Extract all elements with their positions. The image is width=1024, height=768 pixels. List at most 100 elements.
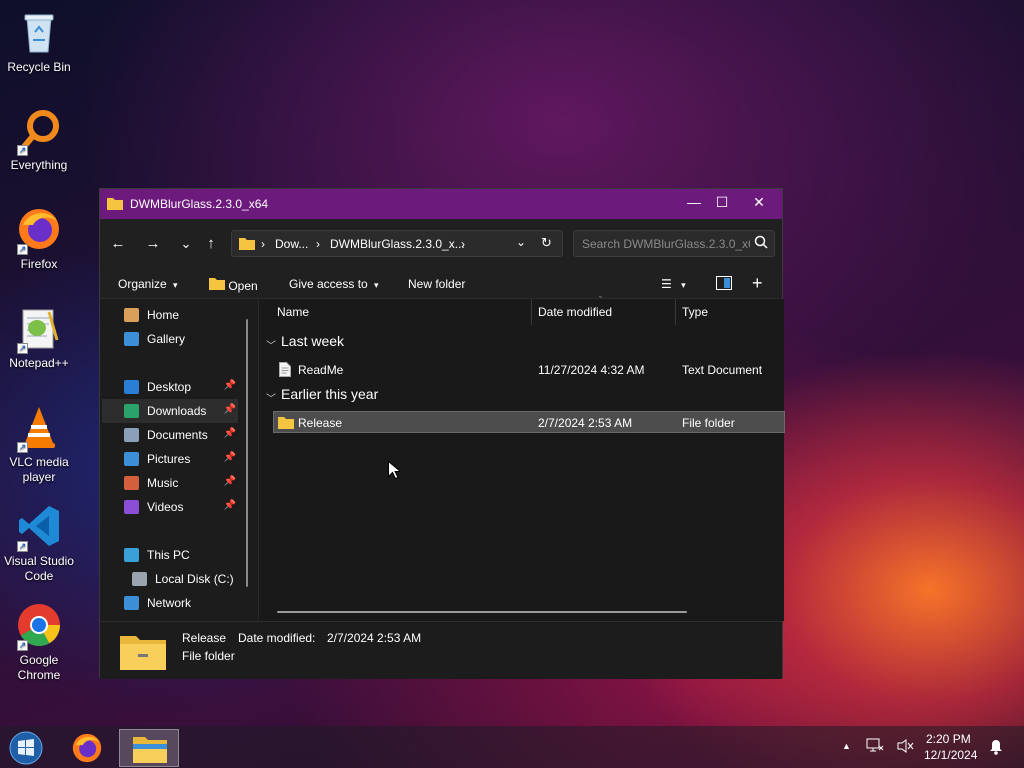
sidebar-item-downloads[interactable]: Downloads 📌 [102, 399, 238, 423]
desktop-icon-label: Notepad++ [9, 356, 69, 370]
pin-icon: 📌 [223, 428, 236, 439]
chevron-down-icon: ▾ [173, 280, 178, 290]
taskbar-file-explorer-button[interactable] [119, 729, 179, 767]
sidebar-item-label: Local Disk (C:) [155, 572, 234, 586]
sidebar-music-icon [124, 476, 139, 490]
sidebar-desktop-icon [124, 380, 139, 394]
search-input[interactable]: Search DWMBlurGlass.2.3.0_x64 [582, 237, 750, 251]
vscode-icon: ↗ [15, 502, 63, 552]
chevron-down-icon[interactable]: ﹀ [266, 337, 276, 352]
open-label: Open [228, 279, 258, 293]
sidebar-item-videos[interactable]: Videos 📌 [102, 495, 238, 519]
open-folder-icon [209, 278, 228, 293]
address-history-dropdown[interactable]: ⌄ [516, 235, 526, 249]
sidebar-downloads-icon [124, 404, 139, 418]
group-header[interactable]: Earlier this year [281, 386, 378, 402]
sidebar-item-music[interactable]: Music 📌 [102, 471, 238, 495]
notification-bell-icon[interactable] [989, 739, 1003, 758]
recent-locations-button[interactable]: ⌄ [175, 233, 197, 255]
preview-pane-button[interactable] [716, 276, 732, 293]
sidebar-item-this-pc[interactable]: This PC [102, 543, 238, 567]
file-row[interactable]: ReadMe 11/27/2024 4:32 AM Text Document [273, 359, 785, 381]
organize-button[interactable]: Organize ▾ [118, 277, 178, 291]
column-divider[interactable] [531, 299, 532, 325]
pin-icon: 📌 [223, 500, 236, 511]
chevron-down-icon[interactable]: ﹀ [266, 390, 276, 405]
desktop-icon-vlc[interactable]: ↗ VLC media player [2, 403, 76, 485]
taskbar-firefox-icon[interactable] [70, 731, 104, 768]
command-toolbar: Organize ▾ Open Give access to ▾ New fol… [100, 269, 782, 299]
address-bar[interactable]: › Dow... › DWMBlurGlass.2.3.0_x... › ⌄ ↻ [231, 230, 563, 257]
sidebar-item-home[interactable]: Home [102, 303, 238, 327]
mouse-cursor [388, 460, 402, 483]
desktop-icon-label: Recycle Bin [7, 60, 71, 74]
title-bar[interactable]: DWMBlurGlass.2.3.0_x64 — ☐ ✕ [100, 189, 782, 219]
window-title: DWMBlurGlass.2.3.0_x64 [130, 197, 269, 211]
firefox-icon: ↗ [15, 205, 63, 255]
navigation-scrollbar[interactable] [246, 319, 248, 587]
view-options-button[interactable]: ☰ ▾ [661, 277, 686, 291]
column-header-name[interactable]: Name [277, 305, 309, 319]
give-access-button[interactable]: Give access to ▾ [289, 277, 379, 291]
shortcut-arrow-icon: ↗ [17, 541, 28, 552]
close-button[interactable]: ✕ [741, 189, 777, 217]
sidebar-item-pictures[interactable]: Pictures 📌 [102, 447, 238, 471]
address-folder-icon [239, 236, 255, 253]
sort-indicator-icon: ˇ [599, 295, 602, 305]
sidebar-local-disk-c-icon [132, 572, 147, 586]
shortcut-arrow-icon: ↗ [17, 442, 28, 453]
sidebar-item-label: Gallery [147, 332, 186, 346]
clock-time[interactable]: 2:20 PM [926, 732, 971, 746]
volume-muted-icon[interactable] [897, 738, 915, 757]
tray-overflow-button[interactable]: ▲ [842, 741, 851, 751]
sidebar-item-label: Pictures [147, 452, 191, 466]
column-header-date[interactable]: Date modified [538, 305, 612, 319]
desktop-icon-chrome[interactable]: ↗ Google Chrome [2, 601, 76, 683]
sidebar-item-local-disk-c[interactable]: Local Disk (C:) [102, 567, 238, 591]
breadcrumb-downloads[interactable]: Dow... [275, 237, 308, 251]
desktop-icon-everything[interactable]: ↗ Everything [2, 106, 76, 173]
horizontal-scrollbar[interactable] [277, 611, 687, 613]
desktop-icon-notepadpp[interactable]: ↗ Notepad++ [2, 304, 76, 371]
sidebar-item-documents[interactable]: Documents 📌 [102, 423, 238, 447]
details-date-value: 2/7/2024 2:53 AM [327, 631, 422, 645]
back-button[interactable]: ← [107, 233, 129, 255]
maximize-button[interactable]: ☐ [704, 189, 740, 217]
sidebar-this-pc-icon [124, 548, 139, 562]
desktop-icon-vscode[interactable]: ↗ Visual Studio Code [2, 502, 76, 584]
file-row-selected[interactable]: Release 2/7/2024 2:53 AM File folder [273, 411, 785, 433]
file-type: File folder [682, 416, 735, 430]
clock-date[interactable]: 12/1/2024 [924, 748, 977, 762]
list-view-icon: ☰ [661, 277, 672, 291]
breadcrumb-current[interactable]: DWMBlurGlass.2.3.0_x... [330, 237, 465, 251]
start-button[interactable] [8, 730, 44, 768]
chevron-down-icon: ▾ [374, 280, 379, 290]
desktop-icon-label: Everything [10, 158, 68, 172]
desktop-icon-firefox[interactable]: ↗ Firefox [2, 205, 76, 272]
more-options-button[interactable]: + [752, 273, 763, 294]
new-folder-button[interactable]: New folder [408, 277, 465, 291]
desktop-icon-recycle-bin[interactable]: Recycle Bin [2, 8, 76, 75]
refresh-icon[interactable]: ↻ [541, 235, 552, 251]
folder-icon [107, 196, 123, 213]
group-header[interactable]: Last week [281, 333, 344, 349]
large-folder-icon [120, 632, 166, 673]
sidebar-item-desktop[interactable]: Desktop 📌 [102, 375, 238, 399]
breadcrumb-separator: › [461, 237, 465, 251]
up-button[interactable]: ↑ [200, 233, 222, 255]
text-document-icon [279, 362, 291, 380]
sidebar-item-label: Home [147, 308, 180, 322]
column-header-type[interactable]: Type [682, 305, 708, 319]
forward-button[interactable]: → [142, 233, 164, 255]
file-date: 2/7/2024 2:53 AM [538, 416, 633, 430]
details-type: File folder [182, 649, 235, 663]
desktop-icon-label: Google Chrome [17, 653, 61, 682]
search-box[interactable]: Search DWMBlurGlass.2.3.0_x64 [573, 230, 775, 257]
open-button[interactable]: Open [209, 277, 258, 293]
sidebar-item-network[interactable]: Network [102, 591, 238, 615]
column-divider[interactable] [675, 299, 676, 325]
network-icon[interactable] [866, 738, 884, 757]
recycle-bin-icon [15, 8, 63, 56]
file-list: Name Date modified ˇ Type ﹀ Last week Re… [258, 295, 785, 621]
sidebar-item-gallery[interactable]: Gallery [102, 327, 238, 351]
